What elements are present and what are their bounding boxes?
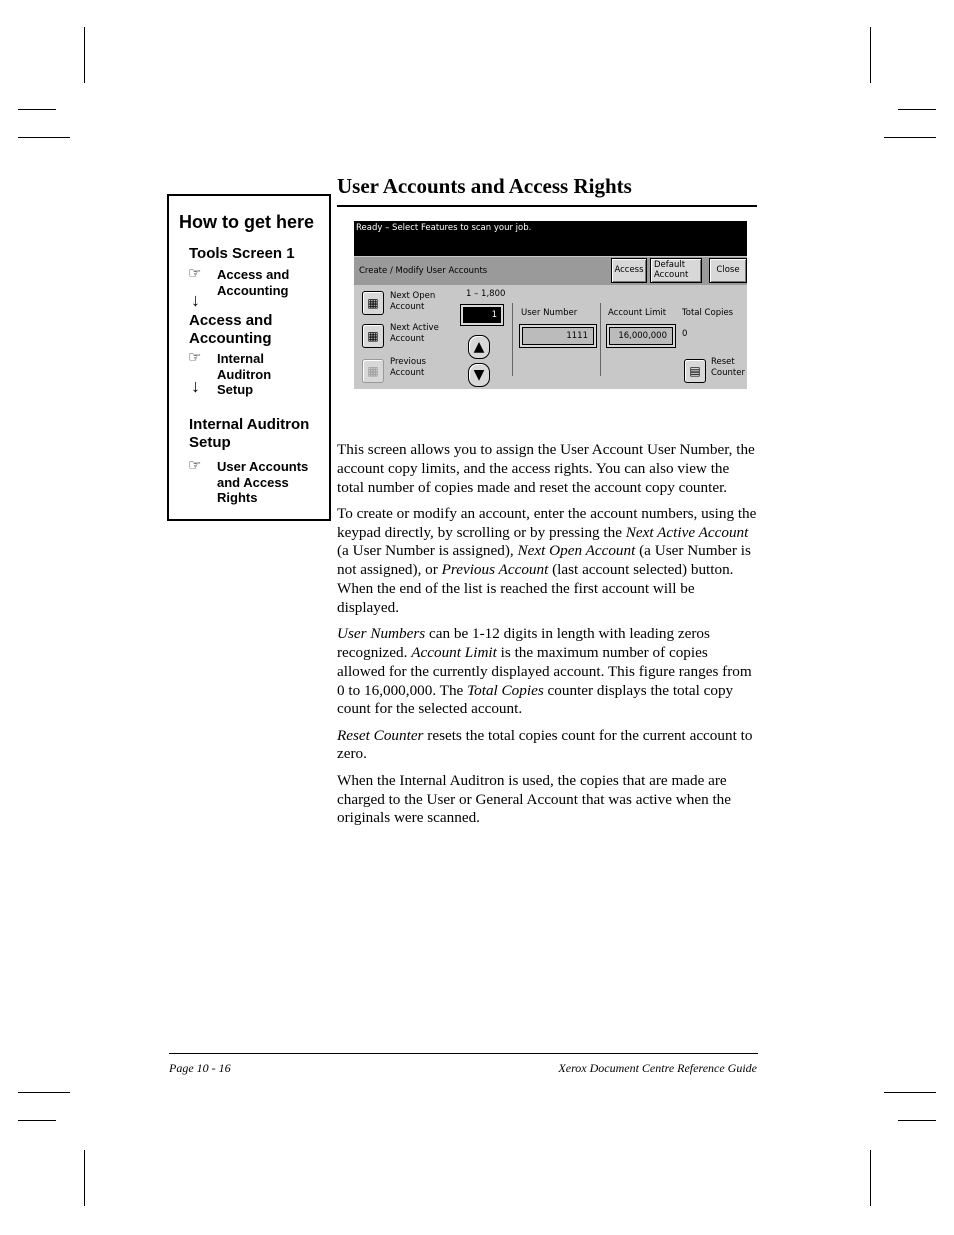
page-title: User Accounts and Access Rights — [337, 174, 632, 198]
next-open-account-button[interactable]: ▦ — [362, 291, 384, 315]
crop-mark — [18, 1120, 56, 1121]
range-label: 1 – 1,800 — [466, 289, 506, 299]
reset-counter-label: Reset Counter — [711, 357, 745, 378]
crop-mark — [84, 1150, 85, 1206]
how-to-get-here-box: How to get here Tools Screen 1 ☞ Access … — [167, 194, 331, 521]
body-paragraph: This screen allows you to assign the Use… — [337, 441, 757, 497]
step-screen: Access and Accounting — [189, 312, 273, 347]
pointing-hand-icon: ☞ — [188, 349, 202, 366]
italic-term: Next Active Account — [625, 523, 749, 541]
step-screen: Internal Auditron Setup — [189, 416, 310, 451]
title-bar: Create / Modify User Accounts Access Def… — [354, 257, 747, 285]
step-screen: Tools Screen 1 — [189, 245, 295, 262]
crop-mark — [18, 1092, 70, 1093]
default-account-button[interactable]: Default Account — [650, 258, 702, 283]
how-to-heading: How to get here — [179, 212, 315, 232]
account-index-field[interactable]: 1 — [460, 304, 504, 326]
body-paragraph: User Numbers can be 1-12 digits in lengt… — [337, 625, 757, 719]
account-limit-label: Account Limit — [608, 308, 667, 318]
total-copies-value: 0 — [682, 329, 688, 339]
italic-term: User Numbers — [337, 625, 426, 643]
screen-title: Create / Modify User Accounts — [359, 266, 488, 276]
footer-rule — [169, 1053, 758, 1054]
body-paragraph: Reset Counter resets the total copies co… — [337, 727, 757, 765]
down-arrow-icon: ↓ — [191, 290, 200, 310]
next-open-label: Next Open Account — [390, 291, 436, 312]
divider — [600, 303, 601, 376]
italic-term: Previous Account — [441, 561, 549, 579]
next-active-account-button[interactable]: ▦ — [362, 324, 384, 348]
total-copies-label: Total Copies — [682, 308, 734, 318]
scroll-down-button[interactable]: ▼ — [468, 363, 490, 387]
reset-counter-button[interactable]: ▤ — [684, 359, 706, 383]
crop-mark — [870, 27, 871, 83]
italic-term: Reset Counter — [337, 726, 424, 744]
step-press: Internal Auditron Setup — [217, 351, 272, 397]
close-button[interactable]: Close — [709, 258, 747, 283]
crop-mark — [18, 109, 56, 110]
status-text: Ready – Select Features to scan your job… — [356, 223, 532, 233]
text-run: This screen allows you to assign the Use… — [337, 441, 755, 496]
step-press: User Accounts and Access Rights — [217, 459, 309, 505]
text-run: When the Internal Auditron is used, the … — [337, 771, 732, 827]
user-number-label: User Number — [521, 308, 578, 318]
manual-page: User Accounts and Access Rights How to g… — [0, 0, 954, 1235]
italic-term: Total Copies — [467, 681, 544, 699]
pointing-hand-icon: ☞ — [188, 457, 202, 474]
text-run: (a User Number is assigned), — [337, 542, 518, 560]
italic-term: Next Open Account — [517, 542, 636, 560]
step-press: Access and Accounting — [217, 267, 290, 298]
body-paragraph: When the Internal Auditron is used, the … — [337, 772, 757, 828]
previous-label: Previous Account — [390, 357, 426, 378]
body-text: This screen allows you to assign the Use… — [337, 441, 757, 836]
status-bar: Ready – Select Features to scan your job… — [354, 221, 747, 256]
crop-mark — [84, 27, 85, 83]
italic-term: Account Limit — [411, 643, 497, 661]
touchscreen-image: Ready – Select Features to scan your job… — [354, 221, 747, 389]
body-paragraph: To create or modify an account, enter th… — [337, 505, 757, 618]
crop-mark — [884, 137, 936, 138]
guide-title: Xerox Document Centre Reference Guide — [558, 1061, 757, 1075]
scroll-up-button[interactable]: ▲ — [468, 335, 490, 359]
user-number-field[interactable]: 1111 — [522, 327, 594, 345]
crop-mark — [884, 1092, 936, 1093]
crop-mark — [18, 137, 70, 138]
crop-mark — [898, 109, 936, 110]
title-rule — [337, 205, 757, 207]
down-arrow-icon: ↓ — [191, 376, 200, 396]
pointing-hand-icon: ☞ — [188, 265, 202, 282]
divider — [512, 303, 513, 376]
page-number: Page 10 - 16 — [169, 1061, 231, 1075]
crop-mark — [898, 1120, 936, 1121]
crop-mark — [870, 1150, 871, 1206]
access-button[interactable]: Access — [611, 258, 647, 283]
previous-account-button[interactable]: ▦ — [362, 359, 384, 383]
account-limit-field[interactable]: 16,000,000 — [609, 327, 673, 345]
next-active-label: Next Active Account — [390, 323, 439, 344]
